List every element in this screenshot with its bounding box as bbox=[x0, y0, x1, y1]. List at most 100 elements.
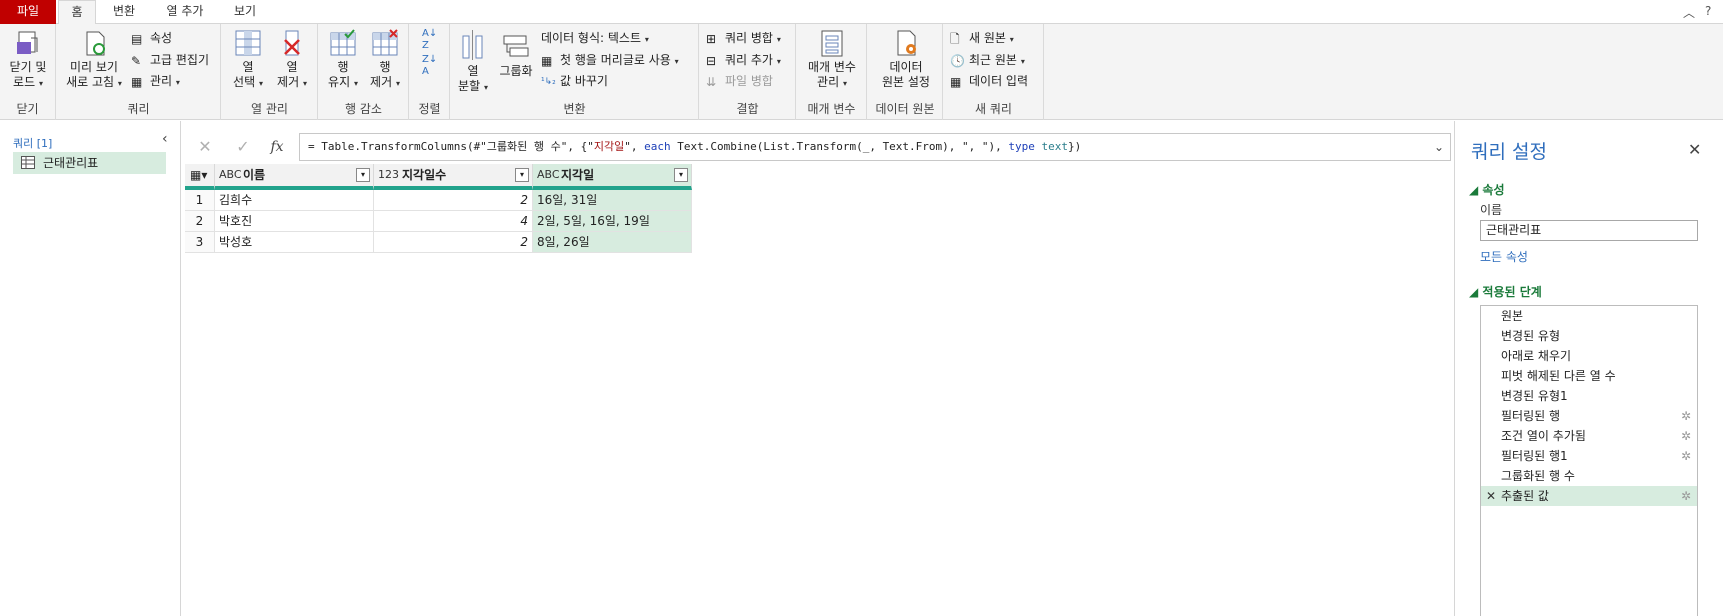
all-properties-link[interactable]: 모든 속성 bbox=[1480, 248, 1528, 265]
tab-view[interactable]: 보기 bbox=[226, 0, 264, 24]
split-column-button[interactable]: 열 분할 ▾ bbox=[453, 28, 493, 95]
close-and-load-button[interactable]: 닫기 및 로드 ▾ bbox=[4, 28, 52, 91]
table-cell[interactable]: 2일, 5일, 16일, 19일 bbox=[533, 211, 692, 232]
table-cell[interactable]: 박성호 bbox=[215, 232, 374, 253]
query-name-input[interactable]: 근태관리표 bbox=[1480, 220, 1698, 241]
tab-transform[interactable]: 변환 bbox=[104, 0, 144, 24]
function-icon[interactable]: fx bbox=[262, 133, 292, 161]
filter-dropdown-icon[interactable]: ▾ bbox=[515, 168, 529, 182]
text-type-icon[interactable]: ABC bbox=[537, 164, 560, 186]
row-number[interactable]: 2 bbox=[185, 211, 215, 232]
choose-columns-button[interactable]: 열 선택 ▾ bbox=[228, 28, 268, 91]
applied-step[interactable]: 원본 bbox=[1481, 306, 1697, 326]
applied-step[interactable]: 그룹화된 행 수 bbox=[1481, 466, 1697, 486]
group-query: 미리 보기 새로 고침 ▾ ▤ 속성 ✎ 고급 편집기 ▦ 관리 ▾ 쿼리 bbox=[57, 24, 221, 120]
replace-values-button[interactable]: ¹↳₂ 값 바꾸기 bbox=[541, 71, 608, 91]
enter-data-button[interactable]: ▦ 데이터 입력 bbox=[950, 71, 1028, 91]
table-cell[interactable]: 8일, 26일 bbox=[533, 232, 692, 253]
new-source-icon: 🗋 bbox=[950, 31, 960, 46]
table-cell[interactable]: 4 bbox=[374, 211, 533, 232]
combine-files-label: 파일 병합 bbox=[725, 74, 773, 88]
recent-sources-button[interactable]: 🕓 최근 원본 ▾ bbox=[950, 50, 1025, 70]
choose-columns-label-1: 열 bbox=[242, 60, 254, 74]
column-header-name[interactable]: ABC 이름 ▾ bbox=[215, 164, 374, 190]
number-type-icon[interactable]: 123 bbox=[378, 164, 399, 186]
column-header-count[interactable]: 123 지각일수 ▾ bbox=[374, 164, 533, 190]
merge-queries-button[interactable]: ⊞ 쿼리 병합 ▾ bbox=[706, 28, 781, 48]
step-settings-gear-icon[interactable]: ✲ bbox=[1681, 446, 1691, 466]
delete-step-icon[interactable]: ✕ bbox=[1486, 486, 1496, 506]
column-header-days[interactable]: ABC 지각일 ▾ bbox=[533, 164, 692, 190]
column-header-label: 이름 bbox=[243, 168, 266, 182]
filter-dropdown-icon[interactable]: ▾ bbox=[674, 168, 688, 182]
applied-step[interactable]: 변경된 유형 bbox=[1481, 326, 1697, 346]
refresh-preview-label-2: 새로 고침 bbox=[66, 75, 115, 89]
formula-string: 지각일 bbox=[593, 140, 625, 153]
row-number[interactable]: 1 bbox=[185, 190, 215, 211]
recent-sources-label: 최근 원본 bbox=[969, 53, 1017, 67]
keep-rows-button[interactable]: 행 유지 ▾ bbox=[323, 28, 363, 91]
applied-step[interactable]: 피벗 해제된 다른 열 수 bbox=[1481, 366, 1697, 386]
cancel-formula-icon[interactable]: ✕ bbox=[190, 133, 220, 161]
new-source-button[interactable]: 🗋 새 원본 ▾ bbox=[950, 28, 1014, 48]
manage-parameters-button[interactable]: 매개 변수 관리 ▾ bbox=[801, 28, 863, 91]
expand-formula-icon[interactable]: ⌄ bbox=[1434, 134, 1444, 160]
advanced-editor-button[interactable]: ✎ 고급 편집기 bbox=[131, 50, 209, 70]
table-cell[interactable]: 박호진 bbox=[215, 211, 374, 232]
applied-step-selected[interactable]: ✕ 추출된 값 ✲ bbox=[1481, 486, 1697, 506]
group-by-button[interactable]: 그룹화 bbox=[495, 28, 537, 79]
sort-descending-icon[interactable]: Z↓ A bbox=[422, 54, 437, 78]
data-source-settings-button[interactable]: 데이터 원본 설정 bbox=[872, 28, 940, 90]
row-number[interactable]: 3 bbox=[185, 232, 215, 253]
applied-step[interactable]: 조건 열이 추가됨 ✲ bbox=[1481, 426, 1697, 446]
group-transform: 열 분할 ▾ 그룹화 데이터 형식: 텍스트 ▾ ▦ 첫 행을 머리글로 사용 ▾… bbox=[451, 24, 699, 120]
formula-bar[interactable]: = Table.TransformColumns(#"그룹화된 행 수", {"… bbox=[299, 133, 1451, 161]
filter-dropdown-icon[interactable]: ▾ bbox=[356, 168, 370, 182]
applied-step[interactable]: 변경된 유형1 bbox=[1481, 386, 1697, 406]
step-settings-gear-icon[interactable]: ✲ bbox=[1681, 406, 1691, 426]
applied-steps-section-header[interactable]: ◢ 적용된 단계 bbox=[1469, 283, 1542, 300]
data-type-dropdown[interactable]: 데이터 형식: 텍스트 ▾ bbox=[541, 28, 649, 48]
formula-part: Text.Combine(List.Transform(_, Text.From… bbox=[670, 140, 1009, 153]
group-label-manage-columns: 열 관리 bbox=[251, 102, 288, 116]
step-settings-gear-icon[interactable]: ✲ bbox=[1681, 486, 1691, 506]
group-label-close: 닫기 bbox=[16, 102, 39, 116]
manage-button[interactable]: ▦ 관리 ▾ bbox=[131, 71, 180, 91]
append-queries-button[interactable]: ⊟ 쿼리 추가 ▾ bbox=[706, 50, 781, 70]
group-close: 닫기 및 로드 ▾ 닫기 bbox=[0, 24, 56, 120]
table-cell[interactable]: 2 bbox=[374, 232, 533, 253]
combine-files-button[interactable]: ⇊ 파일 병합 bbox=[706, 71, 773, 91]
properties-section-header[interactable]: ◢ 속성 bbox=[1469, 181, 1505, 198]
close-icon[interactable]: ✕ bbox=[1688, 140, 1701, 159]
sort-ascending-icon[interactable]: A↓ Z bbox=[422, 28, 437, 52]
table-menu-icon[interactable]: ▦▾ bbox=[185, 164, 215, 190]
tab-file[interactable]: 파일 bbox=[0, 0, 56, 24]
use-first-row-headers-button[interactable]: ▦ 첫 행을 머리글로 사용 ▾ bbox=[541, 50, 679, 70]
refresh-preview-label-1: 미리 보기 bbox=[70, 60, 118, 74]
table-cell[interactable]: 16일, 31일 bbox=[533, 190, 692, 211]
properties-button[interactable]: ▤ 속성 bbox=[131, 28, 172, 48]
commit-formula-icon[interactable]: ✓ bbox=[228, 133, 258, 161]
text-type-icon[interactable]: ABC bbox=[219, 164, 242, 186]
collapse-pane-icon[interactable]: ‹ bbox=[162, 131, 168, 147]
step-settings-gear-icon[interactable]: ✲ bbox=[1681, 426, 1691, 446]
remove-rows-button[interactable]: 행 제거 ▾ bbox=[365, 28, 405, 91]
collapse-ribbon-icon[interactable]: ︿ bbox=[1683, 4, 1695, 21]
applied-step[interactable]: 아래로 채우기 bbox=[1481, 346, 1697, 366]
applied-step[interactable]: 필터링된 행 ✲ bbox=[1481, 406, 1697, 426]
tab-home[interactable]: 홈 bbox=[58, 0, 96, 25]
tab-add-column[interactable]: 열 추가 bbox=[158, 0, 212, 24]
merge-queries-label: 쿼리 병합 bbox=[725, 31, 773, 45]
manage-parameters-label-1: 매개 변수 bbox=[808, 60, 856, 74]
remove-columns-button[interactable]: 열 제거 ▾ bbox=[272, 28, 312, 91]
table-cell[interactable]: 2 bbox=[374, 190, 533, 211]
queries-pane-title: 쿼리 [1] bbox=[13, 137, 53, 150]
query-item[interactable]: 근태관리표 bbox=[13, 152, 166, 174]
help-icon[interactable]: ? bbox=[1705, 4, 1711, 18]
group-data-source: 데이터 원본 설정 데이터 원본 bbox=[868, 24, 943, 120]
table-cell[interactable]: 김희수 bbox=[215, 190, 374, 211]
applied-step[interactable]: 필터링된 행1 ✲ bbox=[1481, 446, 1697, 466]
properties-icon: ▤ bbox=[131, 31, 143, 46]
refresh-preview-button[interactable]: 미리 보기 새로 고침 ▾ bbox=[63, 28, 125, 91]
group-label-data-source: 데이터 원본 bbox=[875, 102, 935, 116]
